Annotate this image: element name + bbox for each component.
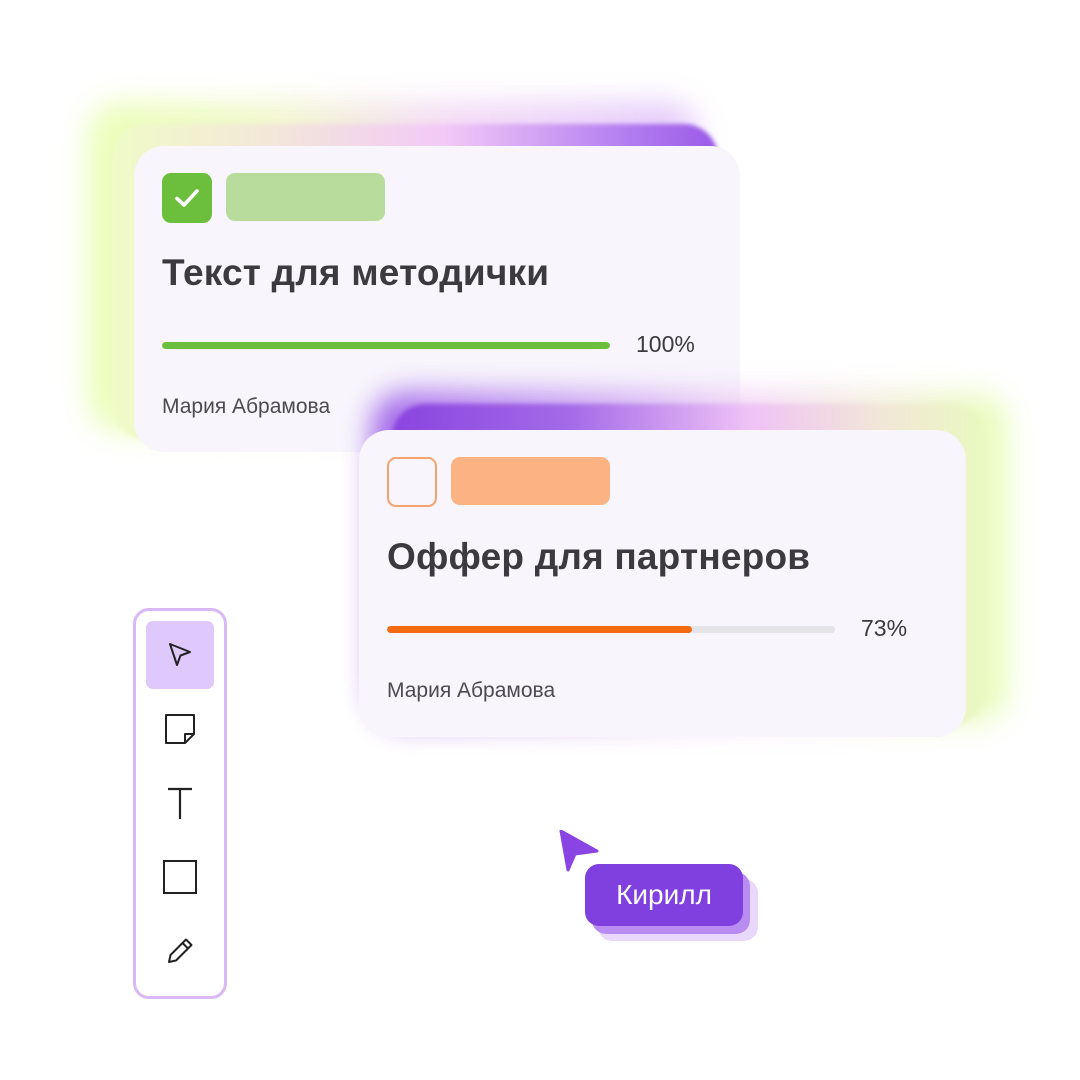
- canvas-stage: Текст для методички 100% Мария Абрамова …: [0, 0, 1080, 1080]
- task-card[interactable]: Оффер для партнеров 73% Мария Абрамова: [359, 430, 966, 737]
- progress-fill: [162, 342, 610, 349]
- sticky-note-icon: [165, 714, 195, 744]
- tool-palette: [133, 608, 227, 999]
- collaborator-name-badge: Кирилл: [585, 864, 743, 926]
- progress-bar: [162, 342, 610, 349]
- select-tool-button[interactable]: [146, 621, 214, 689]
- task-tag[interactable]: [226, 173, 385, 221]
- task-author: Мария Абрамова: [162, 395, 331, 418]
- progress-percent: 73%: [861, 615, 908, 641]
- progress-bar: [387, 626, 835, 633]
- pencil-icon: [168, 938, 193, 963]
- task-tag[interactable]: [451, 457, 610, 505]
- text-tool-button[interactable]: [146, 769, 214, 837]
- task-checkbox[interactable]: [162, 173, 212, 223]
- text-icon: [168, 787, 192, 819]
- pointer-arrow-icon: [169, 643, 191, 666]
- task-title: Текст для методички: [162, 252, 550, 293]
- checkmark-icon: [175, 189, 199, 207]
- task-author: Мария Абрамова: [387, 679, 556, 702]
- task-title: Оффер для партнеров: [387, 536, 811, 577]
- rectangle-tool-button[interactable]: [146, 843, 214, 911]
- square-icon: [163, 860, 197, 894]
- progress-percent: 100%: [636, 331, 695, 357]
- pen-tool-button[interactable]: [146, 917, 214, 985]
- sticky-note-tool-button[interactable]: [146, 695, 214, 763]
- task-checkbox[interactable]: [387, 457, 437, 507]
- progress-fill: [387, 626, 692, 633]
